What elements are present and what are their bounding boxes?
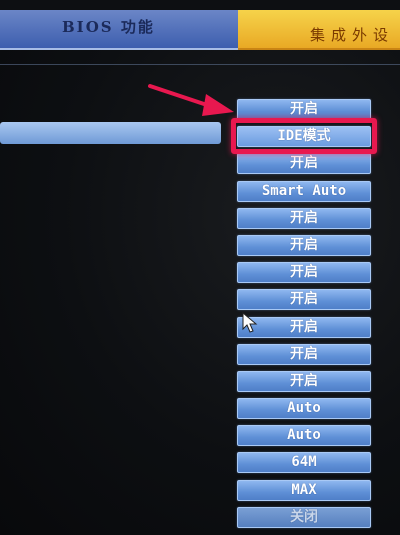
option-value-10[interactable]: 开启	[237, 343, 371, 365]
selection-highlight-frame	[231, 118, 377, 154]
option-value-6[interactable]: 开启	[237, 234, 371, 256]
option-value-16[interactable]: 关闭	[237, 506, 371, 528]
tab-bios-features-label: BIOS 功能	[62, 18, 155, 36]
option-value-14[interactable]: 64M	[237, 452, 371, 474]
option-value-11[interactable]: 开启	[237, 370, 371, 392]
tab-integrated-peripherals[interactable]: 集成外设	[238, 10, 400, 50]
bios-screen: BIOS 功能 集成外设 开启 IDE模式 开启 Smart Auto 开启 开启 开启 开启…	[0, 0, 400, 535]
pointer-arrow-icon	[148, 84, 234, 116]
header-separator	[0, 64, 400, 65]
option-value-4[interactable]: Smart Auto	[237, 180, 371, 202]
option-value-1[interactable]: 开启	[237, 99, 371, 120]
option-value-7[interactable]: 开启	[237, 262, 371, 284]
mouse-cursor-icon	[242, 312, 258, 333]
option-value-8[interactable]: 开启	[237, 289, 371, 311]
option-value-3[interactable]: 开启	[237, 153, 371, 175]
option-value-15[interactable]: MAX	[237, 479, 371, 501]
bios-header: BIOS 功能 集成外设	[0, 0, 400, 50]
option-value-5[interactable]: 开启	[237, 207, 371, 229]
selected-setting-row[interactable]	[0, 122, 221, 144]
option-value-12[interactable]: Auto	[237, 398, 371, 420]
tab-bios-features[interactable]: BIOS 功能	[0, 10, 238, 50]
tab-integrated-peripherals-label: 集成外设	[310, 26, 395, 44]
option-value-13[interactable]: Auto	[237, 425, 371, 447]
